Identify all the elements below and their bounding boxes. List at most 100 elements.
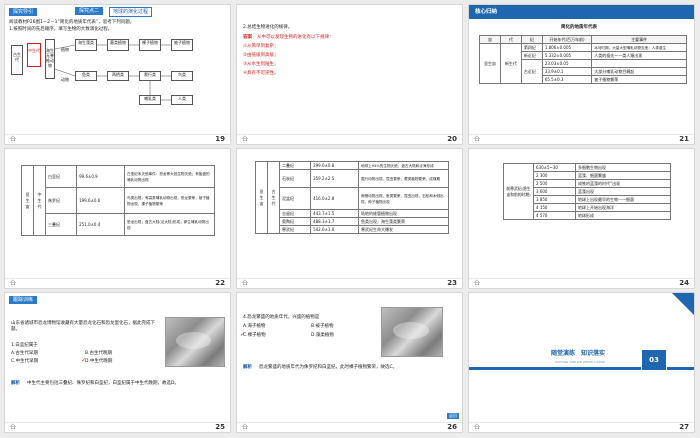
slide-thumbnail-26[interactable]: 4.恐龙繁盛的地质年代，兴盛的植物是 A.海子植物 B.被子植物 C.裸子植物 … bbox=[236, 292, 463, 433]
period-cell: 三叠纪 bbox=[44, 213, 78, 236]
option-a[interactable]: A.古生代早期 bbox=[11, 351, 38, 357]
date-cell: 630±5~30 bbox=[532, 163, 577, 172]
event-cell: 鱼类出现，海生藻类繁荣 bbox=[358, 217, 449, 226]
date-cell: 99.6±0.9 bbox=[76, 165, 125, 188]
date-cell: 416.0±2.8 bbox=[310, 187, 359, 210]
slide-number: 23 bbox=[447, 279, 457, 287]
period-cell: 石炭纪 bbox=[278, 169, 312, 188]
checkmark-icon: ✓ bbox=[240, 331, 246, 338]
slide-thumbnail-23[interactable]: 显生宙 古生代 二叠纪 299.0±0.8 地球上95%的生物灭绝，盘古大陆和泛… bbox=[236, 148, 463, 289]
section-badge: 03 bbox=[641, 349, 667, 371]
col-header: 代 bbox=[499, 35, 522, 44]
event-cell: 人类的祖先——类人猿出现 bbox=[591, 51, 687, 60]
period-cell: 志留纪 bbox=[278, 209, 312, 218]
page-mark: 㕣 bbox=[242, 280, 249, 287]
event-cell: 地球上出现最早的生物——细菌 bbox=[575, 195, 671, 204]
answer-item: ②由低级到高级； bbox=[243, 53, 279, 58]
section-number: 03 bbox=[649, 356, 659, 364]
period-cell: 古近纪 bbox=[520, 59, 543, 84]
slide-thumbnail-27[interactable]: 随堂演练 知识落实 SUITANG YANLIAN ZHISHI LUOSHI … bbox=[468, 292, 695, 433]
col-header: 宙 bbox=[479, 35, 501, 44]
option-d[interactable]: D.中生代晚期 bbox=[85, 359, 112, 365]
slide-number: 22 bbox=[215, 279, 225, 287]
period-cell: 新近纪 bbox=[520, 51, 543, 60]
slide-footer: 㕣 26 bbox=[237, 422, 462, 432]
slide-number: 24 bbox=[679, 279, 689, 287]
event-cell: 寒武纪生命大爆发 bbox=[358, 225, 449, 234]
option-c[interactable]: C.中生代早期 bbox=[11, 359, 38, 365]
option-d[interactable]: D.藻类植物 bbox=[311, 333, 334, 339]
eon-cell: 显生宙 bbox=[255, 161, 268, 234]
slide-header-bar bbox=[469, 5, 694, 19]
slide-number: 25 bbox=[215, 423, 225, 431]
return-button[interactable]: 返回 bbox=[447, 413, 459, 419]
option-c[interactable]: C.裸子植物 bbox=[243, 333, 266, 339]
dinosaur-egg-photo bbox=[165, 317, 225, 367]
analysis-tag: 解析 bbox=[243, 365, 252, 370]
slide-thumbnail-24[interactable]: 前寒武纪(隐生宙和前的时期) 630±5~30 多细胞生物出现 2 300 蓝藻… bbox=[468, 148, 695, 289]
period-cell: 二叠纪 bbox=[278, 161, 312, 170]
slide-thumbnail-22[interactable]: 显生宙 中生代 白垩纪 99.6±0.9 白垩纪末灭绝事件：恐龙等大批生物灭绝；… bbox=[4, 148, 231, 289]
event-cell: 地球形成 bbox=[575, 211, 671, 220]
slide-thumbnail-20[interactable]: 2.总结生物进化的规律。 答案 从中可以发现生物的进化有以下规律： ①从简单到复… bbox=[236, 4, 463, 145]
page-mark: 㕣 bbox=[474, 280, 481, 287]
option-b[interactable]: B.古生代晚期 bbox=[85, 351, 112, 357]
slide-footer: 㕣 22 bbox=[5, 278, 230, 288]
event-cell bbox=[591, 59, 687, 68]
date-cell: 3 850 bbox=[532, 195, 577, 204]
slide-number: 20 bbox=[447, 135, 457, 143]
option-a[interactable]: A.海子植物 bbox=[243, 324, 265, 330]
event-cell: 爬行动物出现，昆虫繁荣，蕨类植物繁荣，成煤期 bbox=[358, 169, 449, 188]
question-text: 2.总结生物进化的规律。 bbox=[243, 25, 293, 30]
question-text: 4.恐龙繁盛的地质年代，兴盛的植物是 bbox=[243, 315, 320, 320]
event-cell: 地球上95%的生物灭绝，盘古大陆和泛海形成 bbox=[358, 161, 449, 170]
slide-thumbnail-21[interactable]: 核心归纳 简化的地质年代表 宙 代 纪 开始年代(百万年前) 主要事件 显生宙 … bbox=[468, 4, 695, 145]
era-cell: 前寒武纪(隐生宙和前的时期) bbox=[503, 163, 534, 220]
date-cell: 4 570 bbox=[532, 211, 577, 220]
date-cell: 488.3±1.7 bbox=[310, 217, 359, 226]
slide-footer: 㕣 19 bbox=[5, 134, 230, 144]
section-title: 随堂演练 知识落实 bbox=[551, 350, 606, 357]
answer-intro: 从中可以发现生物的进化有以下规律： bbox=[257, 35, 334, 40]
era-cell: 古生代 bbox=[267, 161, 280, 234]
checkmark-icon: ✓ bbox=[81, 357, 87, 364]
date-cell: 33.9±0.1 bbox=[541, 67, 593, 76]
option-b[interactable]: B.被子植物 bbox=[311, 324, 334, 330]
period-cell: 奥陶纪 bbox=[278, 217, 312, 226]
slide-thumbnail-19[interactable]: 探究导引 探究点二 地球的演化过程 阅读教材P26图1－2－1“简化的地质年代表… bbox=[4, 4, 231, 145]
slide-number: 19 bbox=[215, 135, 225, 143]
dinosaur-egg-photo bbox=[381, 307, 443, 357]
event-cell: 蓝藻、细菌繁盛 bbox=[575, 171, 671, 180]
date-cell: 3 600 bbox=[532, 187, 577, 196]
date-cell: 359.2±2.5 bbox=[310, 169, 359, 188]
era-cell: 中生代 bbox=[33, 165, 46, 236]
slide-number: 26 bbox=[447, 423, 457, 431]
date-cell: 251.0±0.4 bbox=[76, 213, 125, 236]
section-subtitle: SUITANG YANLIAN ZHISHI LUOSHI bbox=[555, 360, 606, 364]
corner-accent bbox=[672, 293, 694, 315]
date-cell: 5.332±0.005 bbox=[541, 51, 593, 60]
event-cell: 被子植物繁荣 bbox=[591, 75, 687, 84]
analysis-text: 中生代主要包括三叠纪、侏罗纪和白垩纪，白垩纪属于中生代晚期，故选D。 bbox=[27, 381, 179, 386]
date-cell: 199.6±0.6 bbox=[76, 187, 125, 214]
date-cell: 23.03±0.05 bbox=[541, 59, 593, 68]
event-cell: 恐龙出现；盘古大陆(泛大陆)形成；卵生哺乳动物出现 bbox=[124, 213, 215, 236]
page-mark: 㕣 bbox=[242, 424, 249, 431]
era-cell: 新生代 bbox=[499, 43, 522, 84]
slide-thumbnail-25[interactable]: 跟踪训练 山东省诸城市恐龙博物馆收藏有大量恐龙化石和恐龙蛋化石，据此完成下题。 … bbox=[4, 292, 231, 433]
slide-sorter-grid: 探究导引 探究点二 地球的演化过程 阅读教材P26图1－2－1“简化的地质年代表… bbox=[0, 0, 700, 438]
answer-item: ③从水生到陆生； bbox=[243, 62, 279, 67]
page-mark: 㕣 bbox=[10, 424, 17, 431]
date-cell: 2 500 bbox=[532, 179, 577, 188]
event-cell: 白垩纪末灭绝事件：恐龙等大批生物灭绝；有胎盘的哺乳动物出现 bbox=[124, 165, 215, 188]
date-cell: 2 300 bbox=[532, 171, 577, 180]
event-cell: 冰河时期，大量大型哺乳动物灭绝；人类诞生 bbox=[591, 43, 687, 52]
answer-item: ①从简单到复杂； bbox=[243, 44, 279, 49]
slide-footer: 㕣 25 bbox=[5, 422, 230, 432]
geo-time-table: 宙 代 纪 开始年代(百万年前) 主要事件 显生宙 新生代 第四纪 1.806±… bbox=[479, 35, 687, 84]
col-header: 主要事件 bbox=[591, 35, 687, 44]
page-mark: 㕣 bbox=[474, 424, 481, 431]
period-cell: 侏罗纪 bbox=[44, 187, 78, 214]
date-cell: 1.806±0.005 bbox=[541, 43, 593, 52]
analysis-text: 恐龙繁盛的地质年代为侏罗纪和白垩纪，此时裸子植物繁荣，故选C。 bbox=[259, 365, 398, 370]
